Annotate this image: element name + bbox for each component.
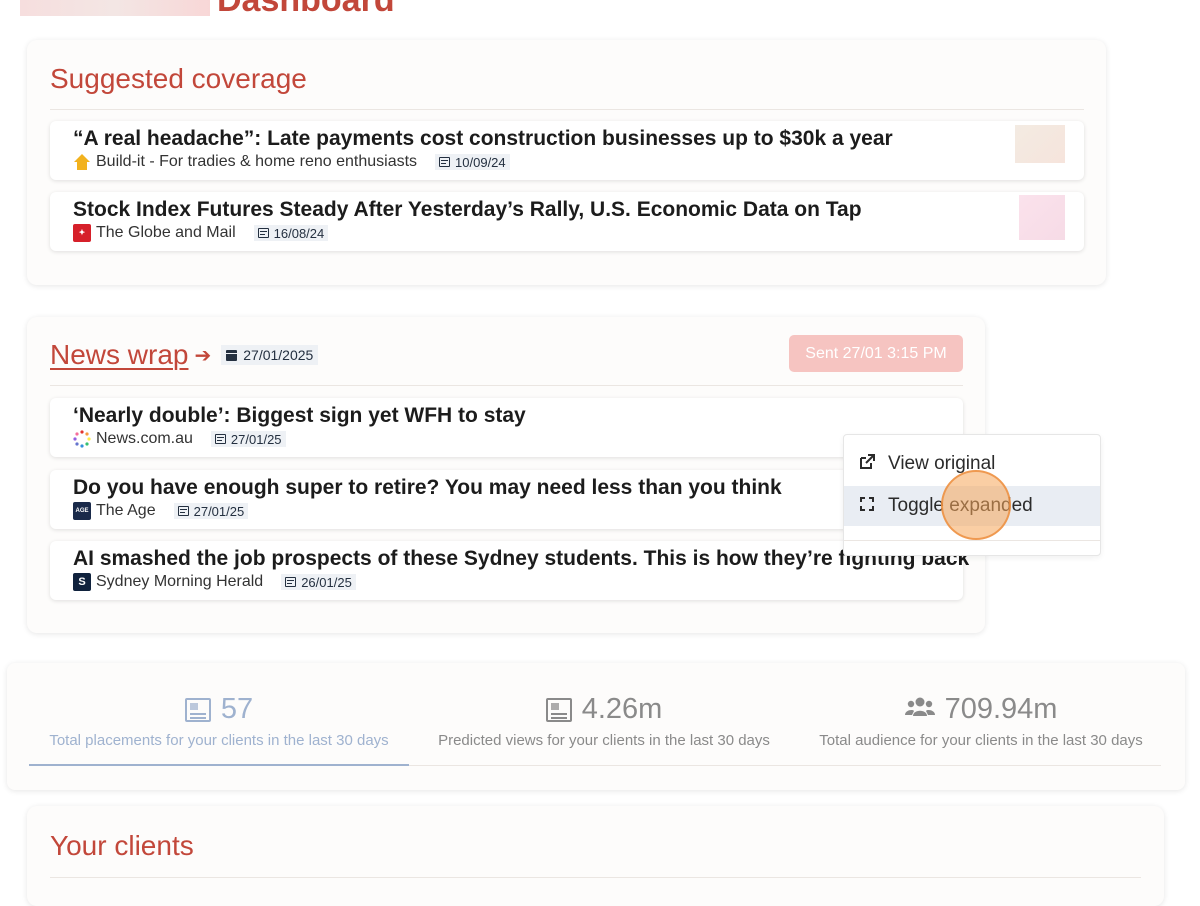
date-chip: 27/01/25 — [173, 503, 249, 519]
your-clients-card: Your clients — [27, 806, 1164, 906]
article-headline[interactable]: Stock Index Futures Steady After Yesterd… — [73, 197, 862, 223]
article-date: 10/09/24 — [455, 154, 506, 170]
news-com-au-icon — [73, 430, 91, 448]
news-wrap-article[interactable]: AI smashed the job prospects of these Sy… — [50, 541, 969, 600]
suggested-coverage-card: Suggested coverage “A real headache”: La… — [27, 40, 1106, 285]
stat-label: Total audience for your clients in the l… — [819, 732, 1143, 749]
users-icon — [904, 696, 935, 724]
maple-leaf-icon: ✦ — [73, 224, 91, 242]
stats-card: 57 Total placements for your clients in … — [7, 663, 1185, 790]
date-chip: 16/08/24 — [253, 225, 329, 241]
suggested-coverage-title: Suggested coverage — [50, 63, 307, 94]
calendar-icon — [214, 434, 226, 444]
divider — [409, 765, 1161, 766]
article-thumbnail — [1015, 125, 1065, 163]
newspaper-icon — [545, 697, 572, 722]
header-banner-image — [20, 0, 210, 16]
date-chip: 26/01/25 — [281, 574, 356, 590]
stat-placements[interactable]: 57 Total placements for your clients in … — [29, 693, 409, 749]
your-clients-title: Your clients — [50, 830, 194, 861]
the-age-icon: AGE — [73, 502, 91, 520]
calendar-icon — [439, 157, 451, 167]
article-source: Sydney Morning Herald — [96, 573, 264, 590]
arrow-right-icon[interactable]: ➔ — [194, 343, 211, 368]
article-date: 26/01/25 — [301, 574, 352, 590]
article-date: 16/08/24 — [273, 225, 325, 241]
article-source: The Globe and Mail — [96, 224, 236, 241]
article-headline[interactable]: AI smashed the job prospects of these Sy… — [73, 546, 969, 572]
article-source: Build-it - For tradies & home reno enthu… — [96, 153, 418, 170]
stat-value: 57 — [220, 693, 254, 725]
stat-predicted-views[interactable]: 4.26m Predicted views for your clients i… — [419, 693, 789, 749]
news-wrap-link[interactable]: News wrap — [50, 339, 188, 371]
news-wrap-date-text: 27/01/2025 — [243, 347, 314, 363]
calendar-icon — [226, 349, 238, 361]
external-link-icon — [858, 453, 876, 475]
article-headline[interactable]: “A real headache”: Late payments cost co… — [73, 126, 893, 152]
article-date: 27/01/25 — [230, 431, 282, 447]
divider — [844, 540, 1100, 541]
active-tab-indicator — [29, 764, 409, 766]
stat-value: 709.94m — [944, 693, 1058, 725]
article-source: News.com.au — [96, 430, 193, 447]
stat-total-audience[interactable]: 709.94m Total audience for your clients … — [797, 693, 1165, 749]
calendar-icon — [177, 506, 189, 516]
article-thumbnail — [1019, 195, 1065, 240]
divider — [50, 109, 1084, 110]
cursor-highlight — [941, 470, 1011, 540]
date-chip: 10/09/24 — [435, 154, 510, 170]
article-headline[interactable]: Do you have enough super to retire? You … — [73, 475, 782, 501]
article-source: The Age — [96, 502, 156, 519]
newspaper-icon — [184, 697, 211, 722]
news-wrap-article[interactable]: Do you have enough super to retire? You … — [50, 470, 963, 529]
date-chip: 27/01/25 — [210, 431, 286, 447]
calendar-icon — [285, 577, 297, 587]
stat-value: 4.26m — [581, 693, 663, 725]
sent-status-badge: Sent 27/01 3:15 PM — [789, 335, 963, 372]
stat-label: Predicted views for your clients in the … — [438, 732, 770, 749]
news-wrap-article[interactable]: ‘Nearly double’: Biggest sign yet WFH to… — [50, 398, 963, 457]
divider — [50, 877, 1141, 878]
page-title: Dashboard — [217, 0, 395, 19]
suggested-article[interactable]: “A real headache”: Late payments cost co… — [50, 121, 1084, 180]
suggested-article[interactable]: Stock Index Futures Steady After Yesterd… — [50, 192, 1084, 251]
article-date: 27/01/25 — [193, 503, 245, 519]
calendar-icon — [257, 228, 269, 238]
stat-label: Total placements for your clients in the… — [49, 732, 389, 749]
divider — [50, 385, 963, 386]
house-icon — [73, 153, 91, 171]
smh-icon: S — [73, 573, 91, 591]
article-headline[interactable]: ‘Nearly double’: Biggest sign yet WFH to… — [73, 403, 526, 429]
news-wrap-date: 27/01/2025 — [221, 345, 319, 365]
expand-icon — [858, 496, 876, 516]
